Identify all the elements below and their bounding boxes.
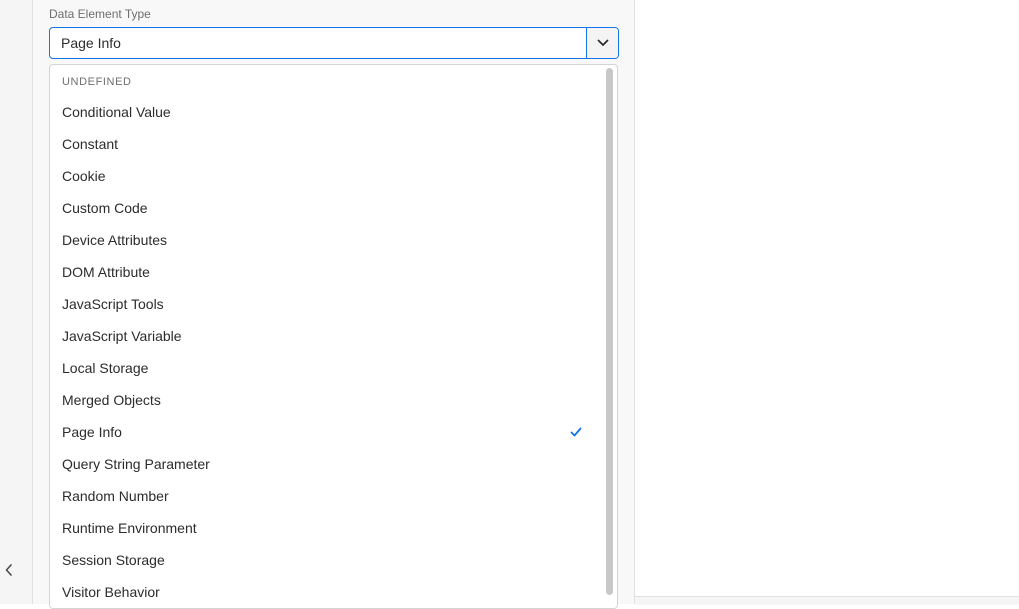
option-label: Query String Parameter (62, 456, 210, 472)
right-pane (635, 0, 1019, 596)
dropdown-toggle-button[interactable] (586, 28, 618, 58)
option-session-storage[interactable]: Session Storage (50, 544, 604, 576)
option-runtime-environment[interactable]: Runtime Environment (50, 512, 604, 544)
chevron-left-icon (5, 564, 12, 576)
chevron-down-icon (597, 39, 608, 46)
scrollbar-track[interactable] (606, 68, 614, 608)
option-label: Cookie (62, 168, 106, 184)
option-constant[interactable]: Constant (50, 128, 604, 160)
option-label: Constant (62, 136, 119, 152)
option-random-number[interactable]: Random Number (50, 480, 604, 512)
option-visitor-behavior[interactable]: Visitor Behavior (50, 576, 604, 608)
data-element-type-input[interactable] (50, 28, 586, 58)
option-label: Runtime Environment (62, 520, 197, 536)
option-label: Page Info (62, 424, 122, 440)
checkmark-icon (570, 427, 582, 437)
option-list: Conditional Value Constant Cookie Custom… (50, 96, 604, 608)
option-cookie[interactable]: Cookie (50, 160, 604, 192)
option-label: DOM Attribute (62, 264, 150, 280)
option-merged-objects[interactable]: Merged Objects (50, 384, 604, 416)
option-dom-attribute[interactable]: DOM Attribute (50, 256, 604, 288)
option-label: JavaScript Variable (62, 328, 182, 344)
option-label: Conditional Value (62, 104, 171, 120)
option-label: Merged Objects (62, 392, 161, 408)
option-label: Random Number (62, 488, 169, 504)
option-query-string-parameter[interactable]: Query String Parameter (50, 448, 604, 480)
option-javascript-variable[interactable]: JavaScript Variable (50, 320, 604, 352)
left-rail (0, 0, 33, 604)
data-element-type-label: Data Element Type (49, 7, 151, 21)
option-local-storage[interactable]: Local Storage (50, 352, 604, 384)
collapse-panel-button[interactable] (2, 560, 16, 580)
option-device-attributes[interactable]: Device Attributes (50, 224, 604, 256)
option-label: Local Storage (62, 360, 149, 376)
data-element-type-listbox: UNDEFINED Conditional Value Constant Coo… (49, 64, 618, 609)
section-header: UNDEFINED (62, 76, 132, 88)
data-element-type-combobox[interactable] (49, 27, 619, 59)
option-label: Session Storage (62, 552, 165, 568)
option-label: Device Attributes (62, 232, 168, 248)
option-label: Visitor Behavior (62, 584, 160, 600)
option-page-info[interactable]: Page Info (50, 416, 604, 448)
option-javascript-tools[interactable]: JavaScript Tools (50, 288, 604, 320)
option-conditional-value[interactable]: Conditional Value (50, 96, 604, 128)
option-custom-code[interactable]: Custom Code (50, 192, 604, 224)
option-label: Custom Code (62, 200, 148, 216)
scrollbar-thumb[interactable] (606, 68, 613, 595)
option-label: JavaScript Tools (62, 296, 164, 312)
